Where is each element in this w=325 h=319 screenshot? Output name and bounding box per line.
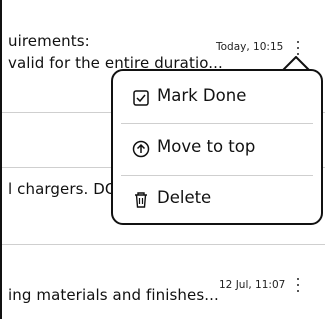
list-item-text-line2: ing materials and finishes...: [8, 286, 219, 304]
circle-arrow-up-icon: [132, 140, 150, 158]
more-options-icon[interactable]: [293, 277, 303, 295]
trash-icon: [135, 192, 147, 208]
menu-item-label: Move to top: [157, 137, 256, 156]
menu-item-label: Mark Done: [157, 86, 247, 105]
menu-item-move-to-top[interactable]: Move to top: [113, 124, 321, 174]
context-menu: Mark Done Move to top Delete: [111, 69, 323, 225]
list-item-text-line1: uirements:: [8, 32, 90, 50]
list-item[interactable]: ing materials and finishes... 12 Jul, 11…: [2, 245, 325, 319]
menu-item-mark-done[interactable]: Mark Done: [113, 73, 321, 123]
checkbox-icon: [133, 90, 149, 106]
list-item-timestamp: Today, 10:15: [216, 41, 284, 53]
menu-item-delete[interactable]: Delete: [113, 175, 321, 225]
list-item-timestamp: 12 Jul, 11:07: [219, 279, 286, 291]
list-item[interactable]: uirements: valid for the entire duratio.…: [2, 0, 325, 72]
menu-item-label: Delete: [157, 188, 212, 207]
